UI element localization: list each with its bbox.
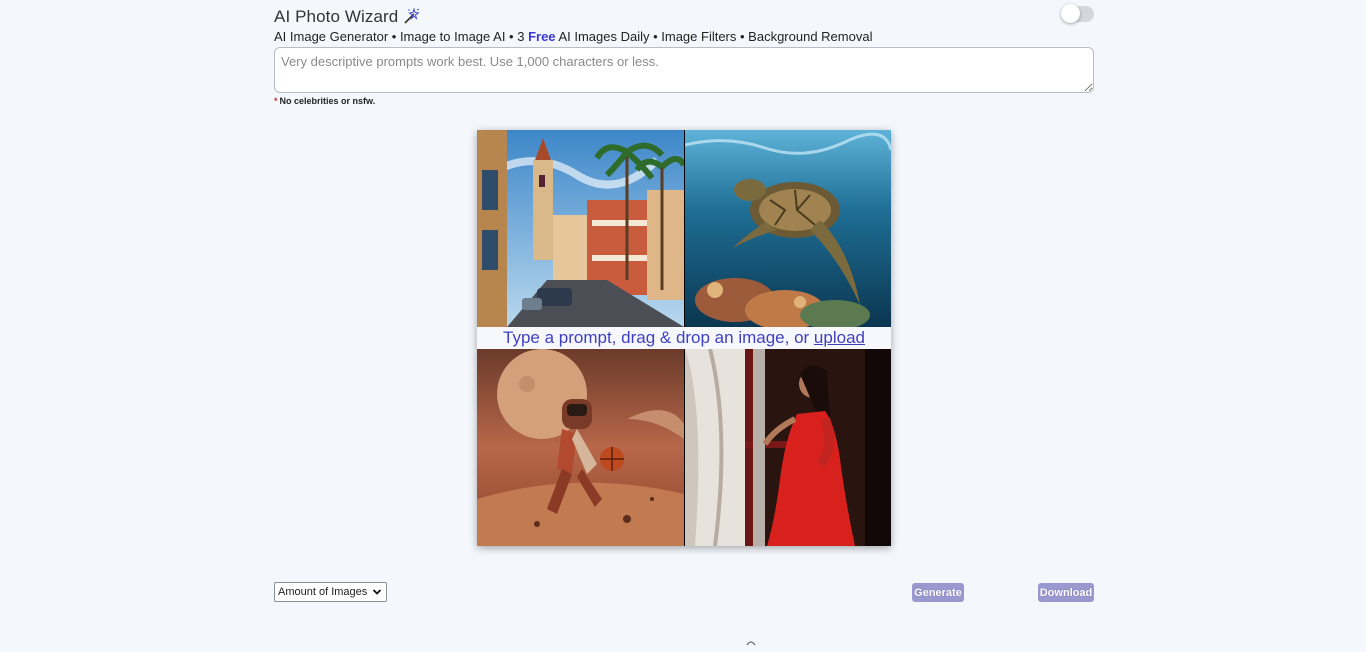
chevron-down-icon	[372, 589, 382, 595]
title-row: AI Photo Wizard	[274, 6, 421, 28]
theme-toggle[interactable]	[1061, 4, 1094, 23]
banner-text: Type a prompt, drag & drop an image, or	[503, 328, 810, 347]
amount-of-images-select[interactable]: Amount of Images	[274, 582, 387, 602]
required-star: *	[274, 96, 278, 106]
content-note: * No celebrities or nsfw.	[274, 96, 375, 106]
prompt-input[interactable]	[274, 47, 1094, 93]
upload-link[interactable]: upload	[814, 328, 865, 347]
toggle-knob	[1061, 4, 1080, 23]
subtitle-free: Free	[528, 29, 556, 44]
drop-zone-banner: Type a prompt, drag & drop an image, or …	[477, 327, 891, 349]
image-drop-zone[interactable]: Type a prompt, drag & drop an image, or …	[477, 130, 891, 546]
note-text: No celebrities or nsfw.	[279, 96, 376, 106]
page-title: AI Photo Wizard	[274, 7, 399, 26]
woman-red-dress-image	[685, 349, 891, 546]
download-button[interactable]: Download	[1038, 583, 1094, 602]
magic-wand-icon	[402, 7, 421, 26]
amount-select-label: Amount of Images	[278, 586, 368, 598]
subtitle-end: AI Images Daily • Image Filters • Backgr…	[558, 29, 873, 44]
app-container: AI Photo Wizard AI Image Generator • Ima…	[274, 0, 1094, 640]
sea-turtle-image	[685, 130, 891, 327]
subtitle-start: AI Image Generator • Image to Image AI •…	[274, 29, 525, 44]
spinner-icon	[745, 634, 757, 646]
generate-button[interactable]: Generate	[912, 583, 964, 602]
astronaut-basketball-image	[477, 349, 684, 546]
feature-subtitle: AI Image Generator • Image to Image AI •…	[274, 29, 872, 44]
street-scene-image	[477, 130, 684, 327]
